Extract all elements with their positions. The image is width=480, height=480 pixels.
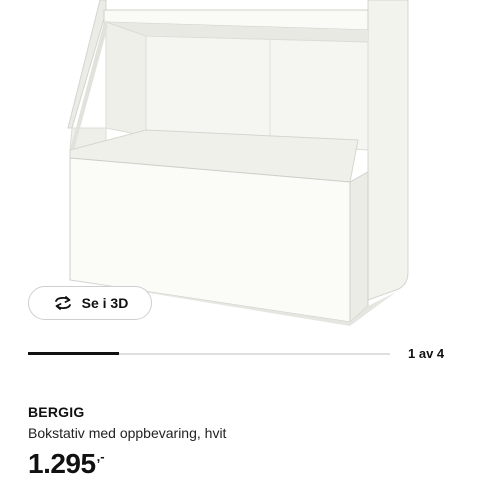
carousel-progress-fill [28,352,119,355]
view-3d-button[interactable]: Se i 3D [28,286,152,320]
shelf-left-edge [67,0,107,129]
carousel-counter: 1 av 4 [408,346,445,361]
product-image[interactable] [0,0,480,335]
rotate-3d-icon [54,296,71,310]
carousel-progress-track[interactable] [28,352,390,355]
product-description: Bokstativ med oppbevaring, hvit [28,425,227,441]
price-suffix: ,- [96,449,105,464]
price-main: 1.295 [28,448,96,479]
shelf-side-panel [367,0,409,301]
product-price: 1.295 ,- [28,448,105,480]
view-3d-label: Se i 3D [81,295,129,311]
storage-box-side [349,171,369,324]
product-name[interactable]: BERGIG [28,404,84,420]
